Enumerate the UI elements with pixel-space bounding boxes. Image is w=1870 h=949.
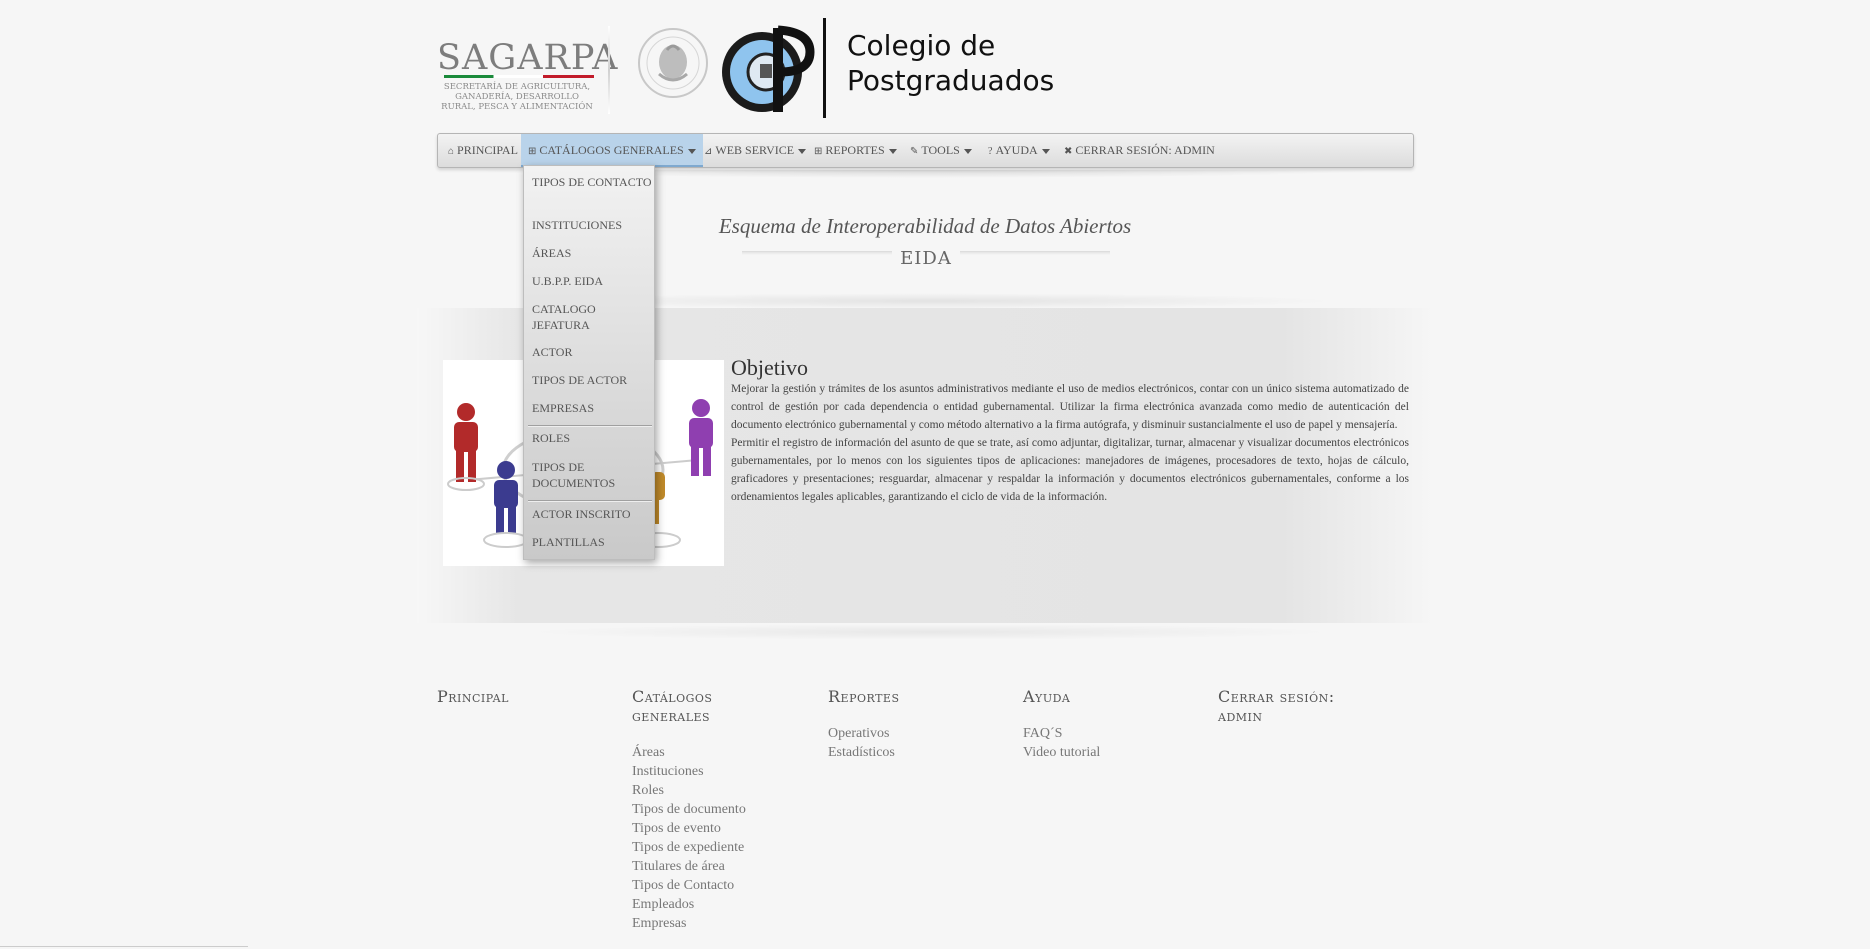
nav-principal[interactable]: ⌂ Principal [448,134,518,167]
dropdown-item-tipos-de-documentos[interactable]: Tipos de Documentos [532,459,622,491]
footer-link-titulares-de-area[interactable]: Titulares de área [632,857,782,876]
dropdown-item-actor[interactable]: Actor [532,344,652,360]
dropdown-item-ubpp-eida[interactable]: U.B.P.P. EIDA [532,273,652,289]
footer-link-video-tutorial[interactable]: Video tutorial [1023,743,1100,762]
horizontal-scrollbar[interactable] [0,946,248,947]
rss-icon: ⊿ [704,146,713,157]
chevron-down-icon [687,148,696,154]
nav-cerrar-sesion[interactable]: ✖ Cerrar Sesión: admin [1064,134,1215,167]
grid-icon: ⊞ [528,146,537,157]
nav-ayuda-label: Ayuda [995,143,1038,157]
footer-link-operativos[interactable]: Operativos [828,724,900,743]
footer-heading-cerrar-sesion[interactable]: Cerrar sesión: admin [1218,687,1358,725]
sagarpa-logo-subtitle: Secretaría de Agricultura, Ganadería, De… [441,82,593,112]
footer-catalogos-links: Áreas Instituciones Roles Tipos de docum… [632,743,782,933]
nav-tools-label: Tools [921,143,960,157]
nav-reportes[interactable]: ⊞ Reportes [814,134,897,167]
section-divider-glow [520,624,1340,640]
nav-web-service[interactable]: ⊿ Web Service [704,134,807,167]
grid-icon: ⊞ [814,146,823,157]
dropdown-item-actor-inscrito[interactable]: Actor Inscrito [532,506,652,522]
nav-ayuda[interactable]: ? Ayuda [988,134,1050,167]
eida-rule-left [742,251,892,255]
footer-link-estadisticos[interactable]: Estadísticos [828,743,900,762]
nav-reportes-label: Reportes [825,143,885,157]
footer-link-empresas[interactable]: Empresas [632,914,782,933]
question-icon: ? [988,146,993,157]
footer-link-tipos-de-evento[interactable]: Tipos de evento [632,819,782,838]
dropdown-item-instituciones[interactable]: Instituciones [532,217,652,233]
sagarpa-logo-text: SAGARPA [437,38,619,78]
dropdown-divider [528,425,652,427]
footer-link-empleados[interactable]: Empleados [632,895,782,914]
footer-ayuda-links: FAQ´S Video tutorial [1023,724,1100,762]
colegio-title-line2: Postgraduados [847,64,1055,97]
header-divider-dark [823,18,826,118]
dropdown-item-empresas[interactable]: Empresas [532,400,652,416]
site-header: SAGARPA Secretaría de Agricultura, Ganad… [437,18,1077,120]
footer-reportes-links: Operativos Estadísticos [828,724,900,762]
eida-subtitle: EIDA [900,248,952,269]
objetivo-title: Objetivo [731,355,808,380]
nav-catalogos-label: Catálogos Generales [539,143,684,157]
footer-heading-catalogos[interactable]: Catálogos generales [632,687,782,725]
nav-principal-label: Principal [457,143,518,157]
footer-heading-ayuda[interactable]: Ayuda [1023,687,1100,706]
chevron-down-icon [888,148,897,154]
objetivo-text: Mejorar la gestión y trámites de los asu… [731,380,1409,506]
close-icon: ✖ [1064,146,1073,157]
eida-rule-right [960,251,1110,255]
colegio-title: Colegio de Postgraduados [847,28,1054,98]
colpos-logo-icon [722,25,815,112]
nav-tools[interactable]: ✎ Tools [910,134,972,167]
header-divider [608,26,610,114]
dropdown-item-roles[interactable]: Roles [532,430,652,446]
nav-catalogos-generales[interactable]: ⊞ Catálogos Generales [521,134,703,167]
chevron-down-icon [963,148,972,154]
home-icon: ⌂ [448,146,455,157]
footer-link-roles[interactable]: Roles [632,781,782,800]
footer-link-areas[interactable]: Áreas [632,743,782,762]
nav-cerrar-sesion-label: Cerrar Sesión: admin [1075,143,1215,157]
footer-col-catalogos: Catálogos generales Áreas Instituciones … [632,687,782,933]
dropdown-item-catalogo-jefatura[interactable]: Catalogo Jefatura [532,301,602,333]
main-nav: ⌂ Principal ⊞ Catálogos Generales ⊿ Web Ser… [437,133,1414,168]
colegio-title-line1: Colegio de [847,29,996,62]
objetivo-paragraph-2: Permitir el registro de información del … [731,437,1409,503]
eida-title: Esquema de Interoperabilidad de Datos Ab… [718,214,1132,238]
footer-col-reportes: Reportes Operativos Estadísticos [828,687,900,762]
chevron-down-icon [798,148,807,154]
wrench-icon: ✎ [910,146,919,157]
footer-link-tipos-de-expediente[interactable]: Tipos de expediente [632,838,782,857]
dropdown-item-tipos-de-contacto[interactable]: Tipos de Contacto [532,174,652,190]
nav-web-service-label: Web Service [715,143,795,157]
chevron-down-icon [1041,148,1050,154]
mexico-seal-icon [638,28,708,98]
objetivo-paragraph-1: Mejorar la gestión y trámites de los asu… [731,383,1409,431]
dropdown-item-tipos-de-actor[interactable]: Tipos de Actor [532,372,652,388]
footer-heading-reportes[interactable]: Reportes [828,687,900,706]
dropdown-item-plantillas[interactable]: Plantillas [532,534,652,550]
footer-link-faqs[interactable]: FAQ´S [1023,724,1100,743]
footer-link-instituciones[interactable]: Instituciones [632,762,782,781]
footer-col-principal: Principal [437,687,509,706]
footer-link-tipos-de-documento[interactable]: Tipos de documento [632,800,782,819]
footer-heading-principal[interactable]: Principal [437,687,509,706]
footer-col-ayuda: Ayuda FAQ´S Video tutorial [1023,687,1100,762]
catalogos-dropdown-menu: Tipos de Contacto Instituciones Áreas U.… [523,165,655,560]
sagarpa-flag-line [444,75,594,78]
footer-col-cerrar-sesion: Cerrar sesión: admin [1218,687,1358,725]
dropdown-divider [528,500,652,502]
dropdown-item-areas[interactable]: Áreas [532,245,652,261]
footer-link-tipos-de-contacto[interactable]: Tipos de Contacto [632,876,782,895]
